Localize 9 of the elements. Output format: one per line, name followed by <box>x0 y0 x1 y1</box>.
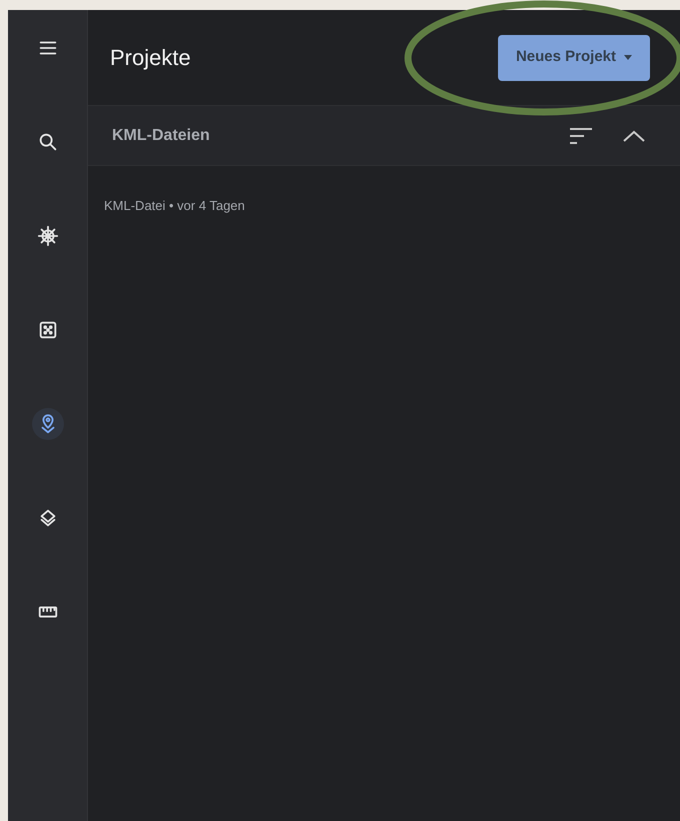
file-entry[interactable]: KML-Datei • vor 4 Tagen <box>104 196 680 216</box>
caret-icon <box>624 55 632 60</box>
collapse-icon[interactable] <box>622 128 646 142</box>
panel-title: Projekte <box>110 44 191 72</box>
new-project-button[interactable]: Neues Projekt <box>498 34 650 80</box>
sidebar-button[interactable] <box>32 408 64 440</box>
sort-icon[interactable] <box>568 126 594 146</box>
section-title: KML-Dateien <box>112 126 210 146</box>
ship-wheel-icon <box>36 225 58 247</box>
